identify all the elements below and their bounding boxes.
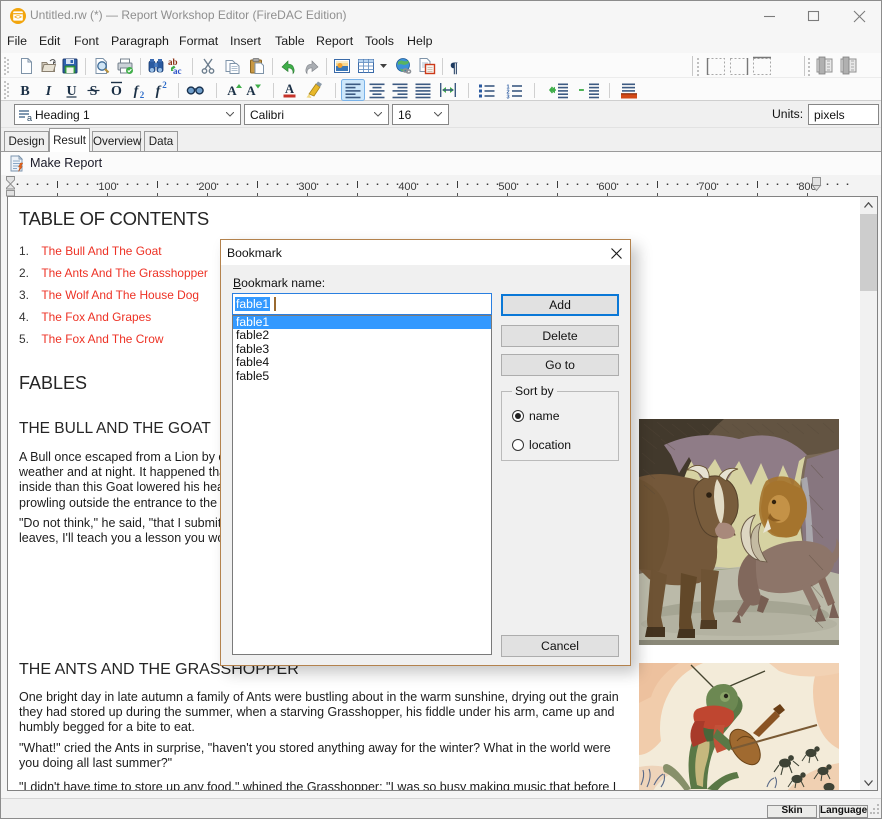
svg-text:A: A	[227, 83, 237, 98]
svg-text:3: 3	[506, 95, 509, 101]
svg-text:700: 700	[698, 181, 716, 193]
svg-text:2: 2	[162, 80, 167, 90]
svg-text:A: A	[246, 83, 256, 98]
svg-text:<>: <>	[14, 14, 22, 21]
svg-text:200: 200	[198, 181, 216, 193]
svg-text:400: 400	[398, 181, 416, 193]
svg-text:300: 300	[298, 181, 316, 193]
svg-text:B: B	[20, 84, 29, 99]
svg-text:S: S	[90, 84, 98, 99]
svg-text:2: 2	[140, 90, 145, 100]
svg-text:f: f	[156, 84, 162, 99]
svg-text:500: 500	[498, 181, 516, 193]
svg-text:f: f	[134, 84, 140, 99]
svg-text:600: 600	[598, 181, 616, 193]
svg-text:I: I	[45, 84, 52, 99]
svg-text:A: A	[285, 82, 294, 96]
svg-text:a: a	[27, 113, 32, 122]
svg-text:O: O	[111, 84, 122, 99]
svg-text:100: 100	[98, 181, 116, 193]
